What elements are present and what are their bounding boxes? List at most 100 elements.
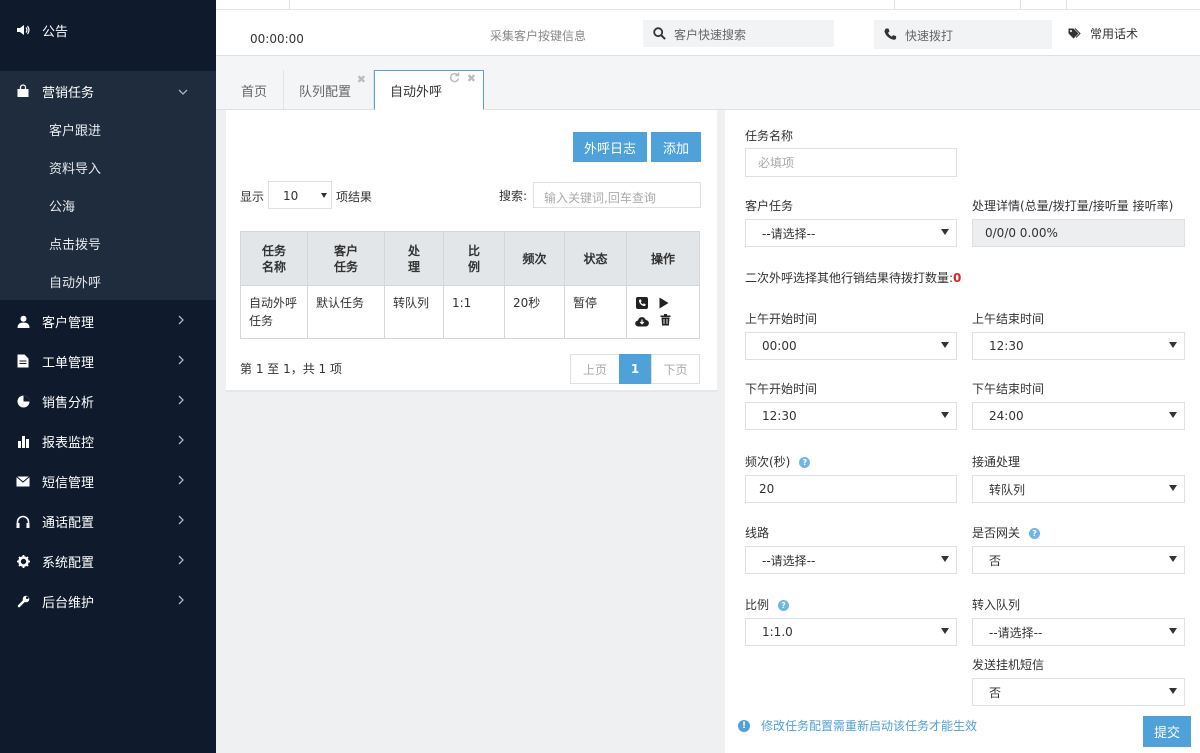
am-end-label: 上午结束时间 (972, 312, 1045, 326)
table-search-placeholder: 输入关键词,回车查询 (544, 191, 656, 205)
close-icon[interactable]: ✖ (357, 73, 366, 86)
call-log-button[interactable]: 外呼日志 (573, 132, 647, 162)
task-name-input[interactable]: 必填项 (745, 148, 957, 177)
user-icon (16, 314, 30, 328)
add-button[interactable]: 添加 (651, 132, 701, 162)
refresh-icon[interactable] (449, 72, 460, 87)
sidebar-item-marketing[interactable]: 营销任务 (0, 71, 216, 111)
volume-icon (16, 23, 30, 37)
phone-square-icon[interactable] (636, 296, 648, 314)
submenu-item-public-pool[interactable]: 公海 (0, 186, 216, 224)
submenu-item-customer-follow[interactable]: 客户跟进 (0, 110, 216, 148)
chevron-right-icon (178, 434, 184, 448)
phone-icon (884, 28, 897, 44)
connect-handle-select[interactable]: 转队列 (972, 475, 1185, 503)
sidebar-item-workorder[interactable]: 工单管理 (0, 341, 216, 381)
am-start-label: 上午开始时间 (745, 312, 818, 326)
submenu-label: 点击拨号 (49, 237, 102, 253)
caret-down-icon (321, 193, 327, 198)
cloud-download-icon[interactable] (635, 314, 649, 332)
cell-frequency: 20秒 (504, 285, 565, 339)
collect-key-info[interactable]: 采集客户按键信息 (490, 27, 586, 44)
next-page-button[interactable]: 下页 (651, 354, 700, 384)
submenu-label: 资料导入 (49, 161, 102, 177)
config-notice: 修改任务配置需重新启动该任务才能生效 (761, 719, 978, 733)
line-select[interactable]: --请选择-- (745, 546, 957, 574)
submit-button[interactable]: 提交 (1143, 716, 1191, 747)
hangup-sms-select[interactable]: 否 (972, 678, 1185, 706)
queue-select[interactable]: --请选择-- (972, 618, 1185, 646)
play-icon[interactable] (659, 296, 669, 314)
col-header: 操作 (626, 231, 700, 286)
tab-home[interactable]: 首页 (226, 70, 284, 110)
table-search-input[interactable]: 输入关键词,回车查询 (533, 182, 701, 208)
envelope-icon (16, 474, 30, 488)
sidebar-item-maintenance[interactable]: 后台维护 (0, 581, 216, 621)
caret-down-icon (1169, 688, 1177, 694)
frequency-label: 频次(秒)? (745, 453, 811, 470)
sidebar-item-system-config[interactable]: 系统配置 (0, 541, 216, 581)
customer-search[interactable]: 客户快速搜索 (643, 20, 834, 47)
pm-start-select[interactable]: 12:30 (745, 402, 957, 430)
submenu-item-auto-call[interactable]: 自动外呼 (0, 262, 216, 300)
select-value: --请选择-- (762, 226, 816, 241)
page-size-select[interactable]: 10 (268, 181, 332, 209)
top-bar: 00:00:00 采集客户按键信息 客户快速搜索 快速拨打 常用话术 (216, 0, 1200, 56)
sidebar-item-label: 通话配置 (42, 515, 95, 531)
select-value: 24:00 (989, 409, 1024, 423)
pm-end-select[interactable]: 24:00 (972, 402, 1185, 430)
help-icon[interactable]: ? (1029, 528, 1041, 539)
task-list-panel: 外呼日志 添加 显示 10 项结果 搜索: 输入关键词,回车查询 任务名称 客户… (226, 110, 717, 392)
top-strip (216, 0, 1200, 10)
customer-task-label: 客户任务 (745, 199, 794, 213)
cell-ratio: 1:1 (443, 285, 505, 339)
tab-auto-call[interactable]: 自动外呼 ✖ (374, 70, 484, 110)
submenu-item-data-import[interactable]: 资料导入 (0, 148, 216, 186)
help-icon[interactable]: ? (778, 600, 790, 611)
submenu-item-click-dial[interactable]: 点击拨号 (0, 224, 216, 262)
ratio-select[interactable]: 1:1.0 (745, 618, 957, 646)
sidebar-item-report[interactable]: 报表监控 (0, 421, 216, 461)
caret-down-icon (941, 628, 949, 634)
detail-readonly: 0/0/0 0.00% (972, 219, 1185, 247)
col-header: 比例 (467, 243, 480, 274)
sidebar-item-label: 报表监控 (42, 435, 95, 451)
task-config-form: 任务名称 必填项 客户任务 --请选择-- 处理详情(总量/拨打量/接听量 接听… (725, 110, 1200, 753)
chevron-right-icon (178, 474, 184, 488)
sidebar-item-sms[interactable]: 短信管理 (0, 461, 216, 501)
sidebar-item-sales-analysis[interactable]: 销售分析 (0, 381, 216, 421)
detail-label: 处理详情(总量/拨打量/接听量 接听率) (972, 199, 1174, 213)
sidebar-item-customer[interactable]: 客户管理 (0, 301, 216, 341)
tab-queue-config[interactable]: 队列配置 ✖ (284, 70, 374, 110)
am-end-select[interactable]: 12:30 (972, 332, 1185, 360)
pm-start-label: 下午开始时间 (745, 382, 818, 396)
hangup-sms-label: 发送挂机短信 (972, 658, 1045, 672)
chevron-down-icon (178, 84, 188, 98)
gateway-label: 是否网关? (972, 524, 1041, 541)
frequency-input[interactable]: 20 (745, 475, 957, 503)
ratio-text: 比例 (745, 598, 770, 612)
submenu-label: 客户跟进 (49, 123, 102, 139)
help-icon[interactable]: ? (799, 457, 811, 468)
close-icon[interactable]: ✖ (467, 72, 476, 85)
chevron-right-icon (178, 314, 184, 328)
sidebar-item-call-config[interactable]: 通话配置 (0, 501, 216, 541)
page-1-button[interactable]: 1 (619, 354, 651, 384)
caret-down-icon (1169, 342, 1177, 348)
am-start-select[interactable]: 00:00 (745, 332, 957, 360)
sidebar-item-label: 工单管理 (42, 355, 95, 371)
sidebar-item-label: 短信管理 (42, 475, 95, 491)
trash-icon[interactable] (660, 313, 671, 331)
prev-page-button[interactable]: 上页 (570, 354, 620, 384)
sidebar-item-notice[interactable]: 公告 (0, 10, 216, 50)
quick-dial[interactable]: 快速拨打 (874, 20, 1052, 49)
col-header: 处理 (407, 243, 420, 274)
cell-handle: 转队列 (384, 285, 444, 339)
customer-task-select[interactable]: --请选择-- (745, 219, 957, 247)
common-phrases[interactable]: 常用话术 (1090, 25, 1138, 42)
gateway-select[interactable]: 否 (972, 546, 1185, 574)
chevron-right-icon (178, 394, 184, 408)
sidebar-item-label: 后台维护 (42, 595, 95, 611)
sidebar-item-label: 公告 (42, 24, 69, 40)
bar-chart-icon (16, 434, 30, 448)
